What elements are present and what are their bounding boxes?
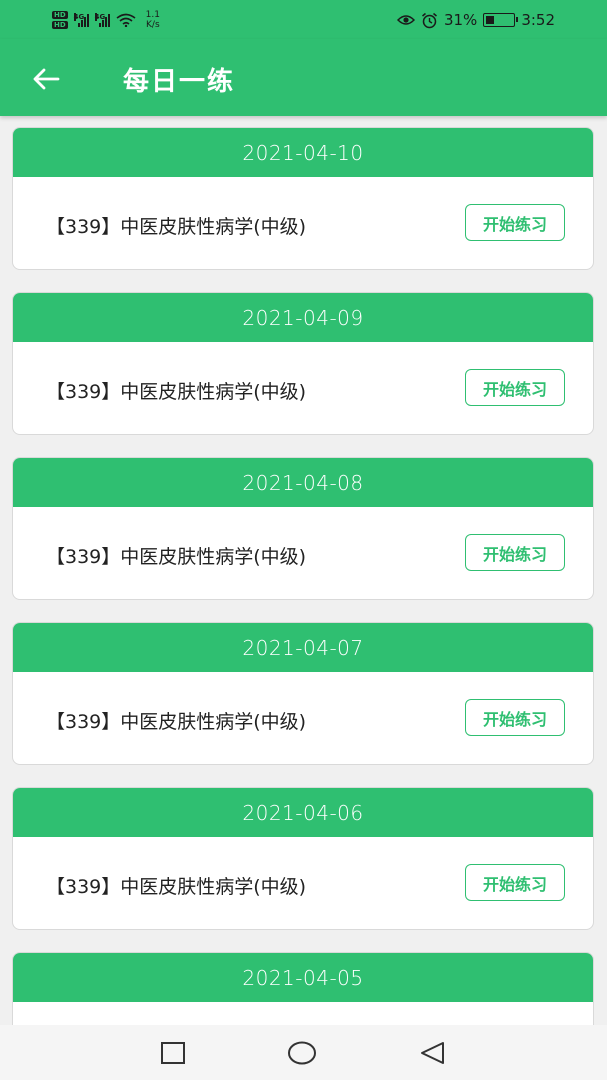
circle-home-icon [288, 1041, 316, 1065]
alarm-icon [421, 12, 437, 28]
card-date: 2021-04-06 [13, 788, 593, 837]
signal-icon: 4G [73, 13, 89, 27]
signal-icon: 4G [94, 13, 110, 27]
card-date: 2021-04-07 [13, 623, 593, 672]
practice-card: 2021-04-07 【339】中医皮肤性病学(中级) 开始练习 [12, 622, 594, 765]
start-practice-button[interactable]: 开始练习 [465, 864, 565, 901]
app-bar: 每日一练 [0, 39, 607, 116]
network-speed: 1.1 K/s [146, 10, 160, 30]
home-button[interactable] [287, 1039, 317, 1067]
network-speed-value: 1.1 [145, 10, 160, 20]
hd-badge: HD [52, 11, 68, 19]
card-date: 2021-04-10 [13, 128, 593, 177]
card-date: 2021-04-09 [13, 293, 593, 342]
practice-card: 2021-04-06 【339】中医皮肤性病学(中级) 开始练习 [12, 787, 594, 930]
recents-button[interactable] [158, 1039, 188, 1067]
square-recents-icon [161, 1042, 185, 1064]
course-title: 【339】中医皮肤性病学(中级) [46, 216, 307, 238]
triangle-back-icon [421, 1042, 444, 1064]
practice-card: 2021-04-10 【339】中医皮肤性病学(中级) 开始练习 [12, 127, 594, 270]
network-type-label: 4G [94, 13, 106, 21]
card-date: 2021-04-08 [13, 458, 593, 507]
back-button[interactable] [26, 59, 66, 99]
arrow-left-icon [33, 68, 60, 90]
system-nav-bar [0, 1025, 607, 1080]
start-practice-button[interactable]: 开始练习 [465, 534, 565, 571]
nav-back-button[interactable] [417, 1039, 447, 1067]
course-title: 【339】中医皮肤性病学(中级) [46, 876, 307, 898]
practice-card: 2021-04-05 [12, 952, 594, 1025]
page-title: 每日一练 [123, 67, 236, 97]
practice-list[interactable]: 2021-04-10 【339】中医皮肤性病学(中级) 开始练习 2021-04… [0, 116, 607, 1025]
wifi-icon [116, 13, 136, 27]
hd-indicators: HD HD [52, 11, 68, 29]
network-speed-unit: K/s [146, 20, 160, 30]
eye-icon [396, 15, 415, 25]
battery-icon [483, 13, 519, 27]
start-practice-button[interactable]: 开始练习 [465, 204, 565, 241]
network-type-label: 4G [73, 13, 85, 21]
battery-level [486, 16, 495, 24]
course-title: 【339】中医皮肤性病学(中级) [46, 711, 307, 733]
card-date: 2021-04-05 [13, 953, 593, 1002]
battery-percent: 31% [443, 11, 478, 29]
hd-badge: HD [52, 21, 68, 29]
start-practice-button[interactable]: 开始练习 [465, 369, 565, 406]
start-practice-button[interactable]: 开始练习 [465, 699, 565, 736]
practice-card: 2021-04-09 【339】中医皮肤性病学(中级) 开始练习 [12, 292, 594, 435]
status-bar: HD HD 4G 4G 1.1 K/s 31% 3:52 [0, 0, 607, 39]
status-right: 31% 3:52 [396, 6, 555, 34]
practice-card: 2021-04-08 【339】中医皮肤性病学(中级) 开始练习 [12, 457, 594, 600]
clock: 3:52 [521, 11, 555, 29]
course-title: 【339】中医皮肤性病学(中级) [46, 546, 307, 568]
course-title: 【339】中医皮肤性病学(中级) [46, 381, 307, 403]
status-left: HD HD 4G 4G 1.1 K/s [52, 6, 160, 34]
